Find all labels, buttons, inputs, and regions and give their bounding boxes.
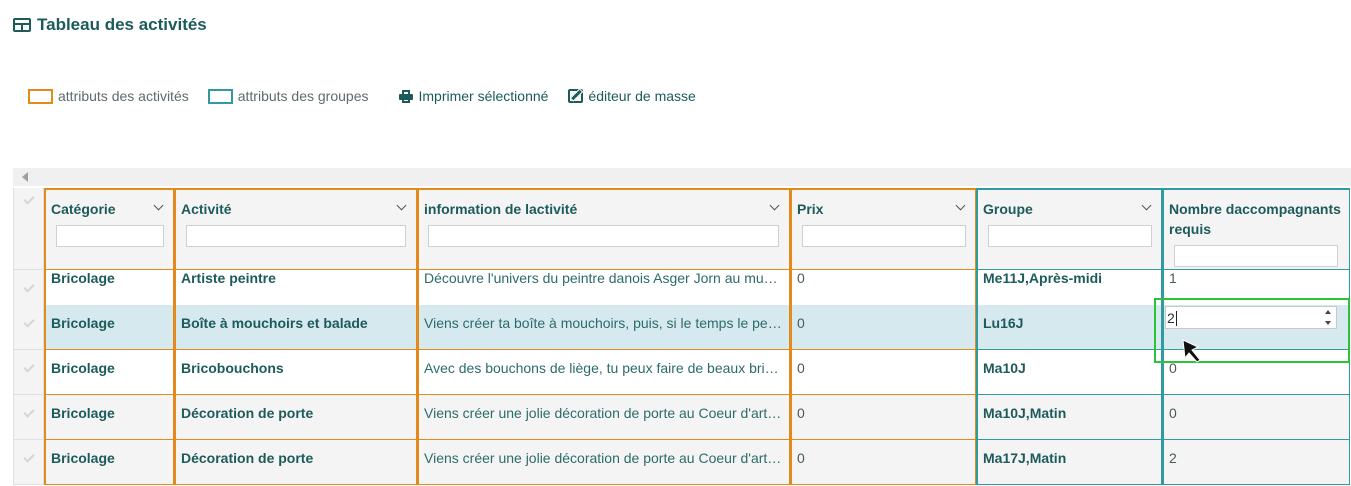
page-title: Tableau des activités [13, 14, 207, 36]
legend-activities: attributs des activités [28, 88, 189, 104]
table-row[interactable]: Bricolage Décoration de porte Viens crée… [13, 395, 1350, 440]
filter-information-input[interactable] [428, 225, 779, 247]
print-selected-label: Imprimer sélectionné [418, 88, 549, 104]
cell-categorie[interactable]: Bricolage [44, 305, 174, 350]
column-header-activite[interactable]: Activité [174, 188, 417, 270]
page-title-text: Tableau des activités [37, 15, 207, 34]
cell-nombre[interactable]: 2 [1162, 440, 1350, 485]
cell-groupe[interactable]: Lu16J [976, 305, 1162, 350]
check-icon [23, 316, 35, 328]
scroll-left-icon[interactable] [22, 172, 28, 182]
cell-information[interactable]: Viens créer une jolie décoration de port… [417, 395, 790, 440]
select-all-checkbox[interactable] [13, 188, 44, 270]
cell-categorie[interactable]: Bricolage [44, 395, 174, 440]
check-icon [23, 406, 35, 418]
row-checkbox[interactable] [13, 440, 44, 485]
legend-activities-label: attributs des activités [58, 88, 189, 104]
filter-categorie-input[interactable] [56, 225, 164, 247]
table-row[interactable]: Bricolage Décoration de porte Viens crée… [13, 440, 1350, 485]
column-label: Activité [181, 201, 232, 217]
edit-icon [568, 89, 584, 103]
cell-categorie[interactable]: Bricolage [44, 350, 174, 395]
cell-activite[interactable]: Décoration de porte [174, 440, 417, 485]
row-checkbox[interactable] [13, 350, 44, 395]
cell-categorie[interactable]: Bricolage [44, 440, 174, 485]
mass-edit-button[interactable]: éditeur de masse [568, 88, 696, 104]
cell-information[interactable]: Avec des bouchons de liège, tu peux fair… [417, 350, 790, 395]
chevron-down-icon[interactable] [1141, 200, 1152, 211]
column-label: information de lactivité [424, 201, 578, 217]
mouse-pointer-icon [1182, 339, 1201, 363]
check-icon [23, 281, 35, 293]
column-header-information[interactable]: information de lactivité [417, 188, 790, 270]
mass-edit-label: éditeur de masse [588, 88, 696, 104]
chevron-down-icon[interactable] [396, 200, 407, 211]
cell-prix[interactable]: 0 [790, 350, 976, 395]
cell-groupe[interactable]: Ma17J,Matin [976, 440, 1162, 485]
chevron-down-icon[interactable] [769, 200, 780, 211]
column-header-prix[interactable]: Prix [790, 188, 976, 270]
cell-activite[interactable]: Boîte à mouchoirs et balade [174, 305, 417, 350]
cell-prix[interactable]: 0 [790, 395, 976, 440]
orange-swatch-icon [28, 88, 53, 104]
toolbar: attributs des activités attributs des gr… [28, 86, 696, 106]
cell-activite[interactable]: Décoration de porte [174, 395, 417, 440]
chevron-down-icon[interactable] [153, 200, 164, 211]
table-row[interactable]: Bricolage Bricobouchons Avec des bouchon… [13, 350, 1350, 395]
row-checkbox[interactable] [13, 305, 44, 350]
legend-groups: attributs des groupes [207, 88, 369, 104]
printer-icon [399, 90, 414, 103]
filter-nombre-input[interactable] [1174, 245, 1338, 267]
legend-groups-label: attributs des groupes [237, 88, 369, 104]
print-selected-button[interactable]: Imprimer sélectionné [399, 88, 548, 104]
column-header-categorie[interactable]: Catégorie [44, 188, 174, 270]
column-label: Groupe [983, 201, 1033, 217]
cell-information[interactable]: Viens créer ta boîte à mouchoirs, puis, … [417, 305, 790, 350]
cell-information[interactable]: Viens créer une jolie décoration de port… [417, 440, 790, 485]
check-icon [23, 193, 35, 205]
column-label: Nombre daccompagnants requis [1169, 201, 1341, 237]
row-checkbox[interactable] [13, 395, 44, 440]
check-icon [23, 451, 35, 463]
table-row-selected[interactable]: Bricolage Boîte à mouchoirs et balade Vi… [13, 305, 1350, 350]
cell-activite[interactable]: Bricobouchons [174, 350, 417, 395]
cell-nombre[interactable]: 0 [1162, 395, 1350, 440]
cell-prix[interactable]: 0 [790, 440, 976, 485]
check-icon [23, 361, 35, 373]
horizontal-scrollbar[interactable] [13, 168, 1351, 186]
column-label: Prix [797, 201, 824, 217]
teal-swatch-icon [207, 88, 233, 104]
filter-prix-input[interactable] [802, 225, 966, 247]
cell-groupe[interactable]: Ma10J,Matin [976, 395, 1162, 440]
cell-groupe[interactable]: Ma10J [976, 350, 1162, 395]
column-header-nombre-accompagnants[interactable]: Nombre daccompagnants requis [1162, 188, 1350, 270]
cell-prix[interactable]: 0 [790, 305, 976, 350]
table-icon [13, 18, 31, 32]
table-header-row: Catégorie Activité information de lactiv… [13, 188, 1350, 270]
filter-groupe-input[interactable] [988, 225, 1152, 247]
chevron-down-icon[interactable] [955, 200, 966, 211]
column-header-groupe[interactable]: Groupe [976, 188, 1162, 270]
column-label: Catégorie [51, 201, 116, 217]
filter-activite-input[interactable] [186, 225, 406, 247]
